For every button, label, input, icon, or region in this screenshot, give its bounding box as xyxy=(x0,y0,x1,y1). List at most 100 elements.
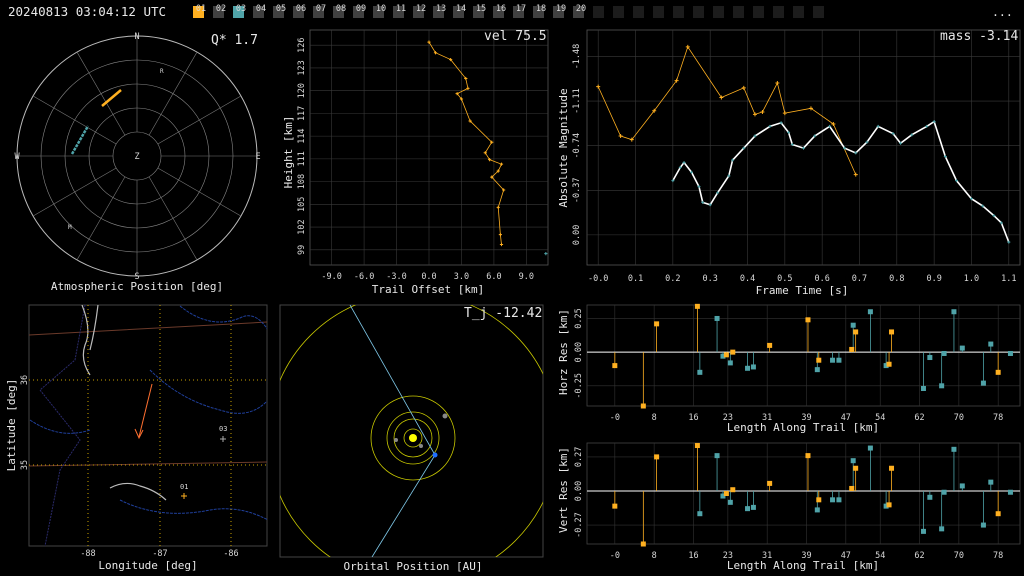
polar-dir-west: W xyxy=(14,152,20,162)
residual-teal-point xyxy=(939,526,945,532)
magnitude-white-line xyxy=(672,120,1010,243)
polar-spoke xyxy=(157,167,242,217)
earth xyxy=(432,452,438,458)
orbital-position-panel: T_j -12.42 Orbital Position [AU] xyxy=(279,304,544,573)
residual-xtick: 62 xyxy=(914,413,924,423)
residual-teal-point xyxy=(980,522,986,528)
polar-title: Atmospheric Position [deg] xyxy=(51,280,223,293)
residual-orange-point xyxy=(995,511,1001,517)
height-point xyxy=(498,233,502,237)
height-xtick: 3.0 xyxy=(454,272,469,282)
station-toggle xyxy=(773,6,784,18)
polar-track-orange xyxy=(101,89,122,107)
height-ytick: 105 xyxy=(297,197,307,212)
residual-teal-point xyxy=(750,504,756,510)
residual-orange-point xyxy=(723,491,729,496)
map-xtick: -88 xyxy=(80,549,95,559)
more-menu-button[interactable]: ... xyxy=(992,5,1013,19)
residual-orange-point xyxy=(805,317,811,323)
magnitude-xtick: 0.3 xyxy=(703,274,718,284)
residual-orange-point xyxy=(612,363,618,369)
map-xtick: -87 xyxy=(152,549,167,559)
residual-orange-point xyxy=(889,465,895,471)
height-xtick: -6.0 xyxy=(354,272,374,282)
magnitude-orange-point xyxy=(618,134,623,139)
residual-xtick: 70 xyxy=(954,413,964,423)
height-ytick: 108 xyxy=(297,174,307,189)
polar-spoke xyxy=(157,95,242,145)
residual-orange-point xyxy=(730,349,736,355)
map-ytick: 35 xyxy=(20,460,30,470)
vertical-residual-panel: -0 8 16 23 31 39 47 54 62 70 780.270.00-0.27 Lengt… xyxy=(557,442,1021,572)
magnitude-orange-point xyxy=(741,85,746,90)
station-toggle xyxy=(753,6,764,18)
station-selector[interactable]: 01 02 03 04 05 06 07 08 09 10 11 12 13 14 15 16 17 18 19 20 xyxy=(193,4,824,18)
magnitude-orange-point xyxy=(775,81,780,86)
residual-orange-point xyxy=(694,443,700,449)
magnitude-ytick: -0.37 xyxy=(572,177,582,203)
station-toggle-label: 05 xyxy=(276,4,286,14)
height-xtick: 9.0 xyxy=(519,272,534,282)
height-ytick: 99 xyxy=(297,245,307,255)
vert-ylabel: Vert Res [km] xyxy=(557,447,570,533)
magnitude-panel: -0.0 0.1 0.2 0.3 0.4 0.5 0.6 0.7 0.8 0.9 1.0 1.1 -1.… xyxy=(557,29,1021,297)
station-toggle xyxy=(733,6,744,18)
station-toggle xyxy=(673,6,684,18)
polar-spoke xyxy=(76,176,126,261)
residual-teal-point xyxy=(941,350,947,356)
station-toggle-label: 20 xyxy=(576,4,586,14)
map-ylabel: Latitude [deg] xyxy=(5,379,18,472)
residual-orange-point xyxy=(640,541,646,547)
residual-teal-point xyxy=(941,489,947,495)
residual-orange-point xyxy=(853,465,859,471)
residual-teal-point xyxy=(980,380,986,386)
residual-teal-point xyxy=(814,367,820,373)
height-xtick: -3.0 xyxy=(386,272,406,282)
residual-xtick: 78 xyxy=(993,413,1003,423)
station-toggle-label: 18 xyxy=(536,4,546,14)
station-toggle-label: 03 xyxy=(236,4,246,14)
meteor-dashboard: 20240813 03:04:12 UTC 01 02 03 04 05 06 07 08 09… xyxy=(5,4,1021,573)
station-toggle xyxy=(713,6,724,18)
residual-frame xyxy=(586,442,1021,545)
station-toggle-label: 19 xyxy=(556,4,566,14)
magnitude-ytick: -1.48 xyxy=(572,44,582,70)
magnitude-ylabel: Absolute Magnitude xyxy=(557,88,570,207)
station-toggle xyxy=(593,6,604,18)
orbit-xlabel: Orbital Position [AU] xyxy=(343,560,482,573)
residual-xtick: 8 xyxy=(652,551,657,561)
magnitude-xtick: 0.5 xyxy=(777,274,792,284)
residual-teal-point xyxy=(727,499,733,505)
residual-teal-point xyxy=(988,479,994,485)
marker-r: R xyxy=(160,68,164,75)
station-toggle-label: 16 xyxy=(496,4,506,14)
q-star-readout: Q* 1.7 xyxy=(211,33,258,48)
height-ytick: 126 xyxy=(297,37,307,52)
residual-xtick: 16 xyxy=(688,413,698,423)
mars xyxy=(442,413,448,419)
height-xtick: 6.0 xyxy=(486,272,501,282)
residual-xtick: -0 xyxy=(610,413,620,423)
magnitude-xtick: 0.1 xyxy=(628,274,643,284)
height-xtick: 0.0 xyxy=(421,272,436,282)
magnitude-xtick: 0.2 xyxy=(665,274,680,284)
residual-teal-point xyxy=(745,506,751,512)
magnitude-xlabel: Frame Time [s] xyxy=(756,284,849,297)
residual-ytick: -0.27 xyxy=(574,512,584,538)
residual-teal-point xyxy=(814,507,820,513)
magnitude-orange-point xyxy=(760,109,765,114)
residual-orange-point xyxy=(889,329,895,335)
residual-teal-point xyxy=(697,511,703,517)
residual-teal-point xyxy=(1007,489,1013,495)
magnitude-ytick: 0.00 xyxy=(572,225,582,245)
tj-readout: T_j -12.42 xyxy=(464,306,542,321)
residual-orange-point xyxy=(853,329,859,335)
station-toggle-label: 13 xyxy=(436,4,446,14)
residual-xtick: 62 xyxy=(914,551,924,561)
station-toggle-label: 09 xyxy=(356,4,366,14)
residual-teal-point xyxy=(830,497,836,503)
station-toggle-label: 17 xyxy=(516,4,526,14)
station-01-label: 01 xyxy=(180,483,188,491)
residual-teal-point xyxy=(850,458,856,464)
station-toggle-label: 12 xyxy=(416,4,426,14)
